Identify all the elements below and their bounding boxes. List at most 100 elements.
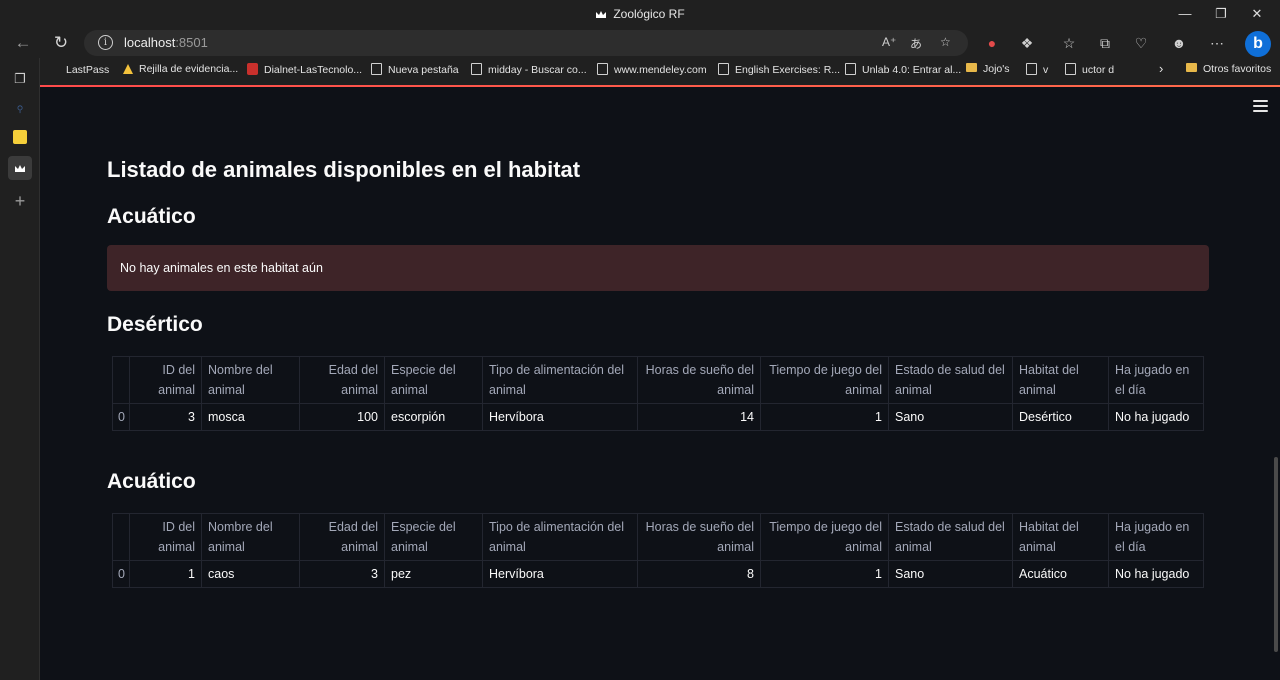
table-cell[interactable]: Hervíbora bbox=[482, 560, 638, 588]
miro-tab-icon[interactable] bbox=[8, 126, 32, 150]
table-cell[interactable]: Desértico bbox=[1012, 403, 1109, 431]
browser-essentials-icon[interactable]: ♡ bbox=[1130, 33, 1152, 53]
more-options-icon[interactable]: ⋯ bbox=[1206, 33, 1228, 53]
search-icon[interactable]: ⚲ bbox=[8, 97, 32, 121]
page-icon bbox=[371, 63, 382, 75]
lastpass-extension-icon[interactable]: ● bbox=[981, 33, 1003, 53]
column-header[interactable]: Tiempo de juego del animal bbox=[760, 356, 889, 404]
window-title-text: Zoológico RF bbox=[613, 7, 685, 21]
scrollbar-thumb[interactable] bbox=[1274, 457, 1278, 652]
column-header[interactable]: Tipo de alimentación del animal bbox=[482, 356, 638, 404]
bookmark-label: LastPass bbox=[66, 64, 110, 76]
bookmark-english-exercises[interactable]: English Exercises: R... bbox=[718, 63, 840, 76]
google-drive-icon bbox=[123, 64, 133, 74]
bookmark-lastpass[interactable]: LastPass bbox=[52, 63, 109, 76]
table-cell[interactable]: 8 bbox=[637, 560, 761, 588]
animals-table-desertico[interactable]: ID del animal Nombre del animal Edad del… bbox=[112, 356, 1204, 431]
column-header[interactable]: Nombre del animal bbox=[201, 513, 300, 561]
read-aloud-icon[interactable]: A⁺ bbox=[882, 35, 896, 49]
column-header[interactable]: Edad del animal bbox=[299, 356, 385, 404]
table-cell[interactable]: caos bbox=[201, 560, 300, 588]
column-header[interactable]: Ha jugado en el día bbox=[1108, 356, 1204, 404]
column-header[interactable]: Estado de salud del animal bbox=[888, 513, 1013, 561]
animals-table-acuatico[interactable]: ID del animal Nombre del animal Edad del… bbox=[112, 513, 1204, 588]
table-cell[interactable]: pez bbox=[384, 560, 483, 588]
bookmark-label: English Exercises: R... bbox=[735, 64, 841, 76]
bookmark-label: v bbox=[1043, 64, 1049, 76]
tab-actions-icon[interactable]: ❐ bbox=[8, 67, 32, 91]
add-favorite-icon[interactable]: ☆ bbox=[940, 35, 951, 49]
row-index: 0 bbox=[112, 560, 130, 588]
bookmark-rejilla[interactable]: Rejilla de evidencia... bbox=[123, 63, 238, 75]
bing-copilot-icon[interactable]: b bbox=[1245, 31, 1271, 57]
table-cell[interactable]: Sano bbox=[888, 560, 1013, 588]
bookmark-jojos[interactable]: Jojo's bbox=[966, 63, 1010, 75]
collections-icon[interactable]: ⧉ bbox=[1094, 33, 1116, 53]
column-header[interactable]: Ha jugado en el día bbox=[1108, 513, 1204, 561]
column-header[interactable]: ID del animal bbox=[129, 513, 202, 561]
bookmark-otros-favoritos[interactable]: Otros favoritos bbox=[1186, 63, 1271, 75]
extensions-icon[interactable]: ❖ bbox=[1016, 33, 1038, 53]
column-header[interactable]: Habitat del animal bbox=[1012, 356, 1109, 404]
column-header[interactable]: Especie del animal bbox=[384, 356, 483, 404]
column-header[interactable]: Tiempo de juego del animal bbox=[760, 513, 889, 561]
favorites-icon[interactable]: ☆ bbox=[1058, 33, 1080, 53]
site-info-icon[interactable]: i bbox=[98, 35, 113, 50]
translate-icon[interactable]: あ bbox=[910, 35, 922, 52]
table-header-row: ID del animal Nombre del animal Edad del… bbox=[112, 356, 1204, 404]
bookmarks-bar: LastPass Rejilla de evidencia... Dialnet… bbox=[40, 58, 1280, 84]
table-cell[interactable]: 100 bbox=[299, 403, 385, 431]
address-url[interactable]: localhost:8501 bbox=[124, 35, 208, 50]
table-cell[interactable]: Hervíbora bbox=[482, 403, 638, 431]
back-icon[interactable]: ← bbox=[11, 32, 35, 54]
table-cell[interactable]: 3 bbox=[129, 403, 202, 431]
table-cell[interactable]: 1 bbox=[760, 560, 889, 588]
table-cell[interactable]: 1 bbox=[760, 403, 889, 431]
bookmark-label: Otros favoritos bbox=[1203, 63, 1272, 75]
alert-text: No hay animales en este habitat aún bbox=[120, 261, 323, 275]
window-titlebar: Zoológico RF — ❐ ✕ bbox=[0, 0, 1280, 28]
column-header[interactable]: Estado de salud del animal bbox=[888, 356, 1013, 404]
column-header[interactable]: Tipo de alimentación del animal bbox=[482, 513, 638, 561]
close-window-icon[interactable]: ✕ bbox=[1234, 0, 1280, 28]
bookmark-dialnet[interactable]: Dialnet-LasTecnolo... bbox=[247, 63, 362, 76]
table-cell[interactable]: 14 bbox=[637, 403, 761, 431]
page-icon bbox=[1026, 63, 1037, 75]
bookmark-label: midday - Buscar co... bbox=[488, 64, 587, 76]
column-header[interactable]: Horas de sueño del animal bbox=[637, 356, 761, 404]
index-header bbox=[112, 513, 130, 561]
table-cell[interactable]: No ha jugado bbox=[1108, 403, 1204, 431]
column-header[interactable]: ID del animal bbox=[129, 356, 202, 404]
bookmark-unlab[interactable]: Unlab 4.0: Entrar al... bbox=[845, 63, 961, 76]
table-cell[interactable]: Acuático bbox=[1012, 560, 1109, 588]
address-bar[interactable]: i localhost:8501 A⁺ あ ☆ bbox=[84, 30, 968, 56]
table-cell[interactable]: mosca bbox=[201, 403, 300, 431]
table-cell[interactable]: Sano bbox=[888, 403, 1013, 431]
new-tab-plus-icon[interactable]: + bbox=[8, 189, 32, 213]
zoologico-tab-icon[interactable] bbox=[8, 156, 32, 180]
column-header[interactable]: Nombre del animal bbox=[201, 356, 300, 404]
table-row: 0 3 mosca 100 escorpión Hervíbora 14 1 S… bbox=[112, 403, 1204, 431]
chevron-right-icon[interactable]: › bbox=[1159, 61, 1163, 76]
bookmark-v[interactable]: v bbox=[1026, 63, 1048, 76]
table-cell[interactable]: 1 bbox=[129, 560, 202, 588]
hamburger-menu-icon[interactable] bbox=[1253, 100, 1268, 112]
table-row: 0 1 caos 3 pez Hervíbora 8 1 Sano Acuáti… bbox=[112, 560, 1204, 588]
bookmark-label: Unlab 4.0: Entrar al... bbox=[862, 64, 962, 76]
bookmark-uctor[interactable]: uctor d bbox=[1065, 63, 1114, 76]
table-cell[interactable]: escorpión bbox=[384, 403, 483, 431]
bookmark-label: uctor d bbox=[1082, 64, 1115, 76]
bookmark-midday[interactable]: midday - Buscar co... bbox=[471, 63, 587, 76]
refresh-icon[interactable]: ↻ bbox=[49, 32, 73, 54]
bookmark-mendeley[interactable]: www.mendeley.com bbox=[597, 63, 707, 76]
bookmark-nueva-pestana[interactable]: Nueva pestaña bbox=[371, 63, 459, 76]
browser-sidebar: ❐ ⚲ + bbox=[0, 58, 40, 680]
column-header[interactable]: Edad del animal bbox=[299, 513, 385, 561]
column-header[interactable]: Horas de sueño del animal bbox=[637, 513, 761, 561]
table-cell[interactable]: 3 bbox=[299, 560, 385, 588]
profile-avatar-icon[interactable]: ☻ bbox=[1168, 33, 1190, 53]
column-header[interactable]: Habitat del animal bbox=[1012, 513, 1109, 561]
folder-icon bbox=[966, 63, 977, 72]
column-header[interactable]: Especie del animal bbox=[384, 513, 483, 561]
table-cell[interactable]: No ha jugado bbox=[1108, 560, 1204, 588]
